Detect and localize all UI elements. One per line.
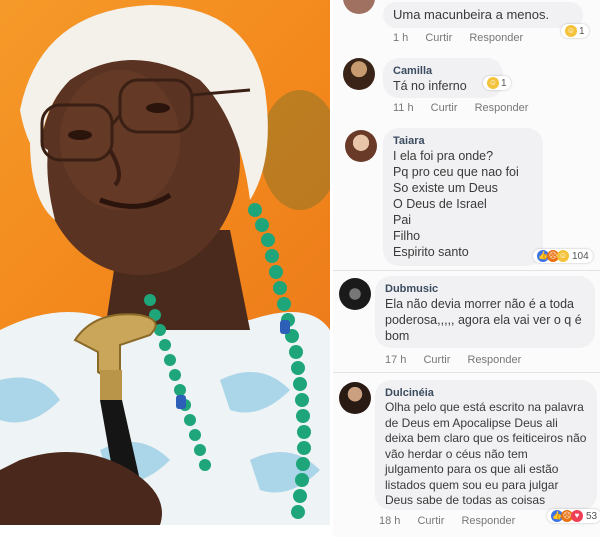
divider xyxy=(333,270,600,271)
like-link[interactable]: Curtir xyxy=(425,32,452,44)
photo xyxy=(0,0,330,525)
comment-author[interactable]: Taiara xyxy=(393,134,533,148)
reaction-summary[interactable]: 👍 ☹ ♥ 53 xyxy=(547,509,600,523)
comment-time: 18 h xyxy=(379,515,401,527)
like-link[interactable]: Curtir xyxy=(417,515,444,527)
comment-bubble: Uma macunbeira a menos. xyxy=(383,2,583,28)
reply-link[interactable]: Responder xyxy=(467,354,521,366)
comment-text: Uma macunbeira a menos. xyxy=(393,7,550,22)
comment-meta: 18 h Curtir Responder xyxy=(379,515,529,527)
reaction-count: 53 xyxy=(586,510,598,522)
avatar[interactable] xyxy=(339,278,371,310)
haha-icon: ☺ xyxy=(487,77,499,89)
like-link[interactable]: Curtir xyxy=(423,354,450,366)
comment-text: Olha pelo que está escrito na palavra de… xyxy=(385,400,587,507)
avatar[interactable] xyxy=(343,58,375,90)
haha-icon: ☺ xyxy=(557,250,569,262)
comment-bubble: Dubmusic Ela não devia morrer não é a to… xyxy=(375,276,595,348)
reaction-summary[interactable]: 👍 ☹ ☺ 104 xyxy=(533,249,593,263)
divider xyxy=(333,372,600,373)
portrait-image xyxy=(0,5,330,525)
reply-link[interactable]: Responder xyxy=(469,32,523,44)
comment-bubble: Dulcinéia Olha pelo que está escrito na … xyxy=(375,380,597,510)
love-icon: ♥ xyxy=(571,510,583,522)
avatar[interactable] xyxy=(345,130,377,162)
avatar[interactable] xyxy=(339,382,371,414)
reaction-count: 1 xyxy=(579,25,585,37)
comment-text: Ela não devia morrer não é a toda podero… xyxy=(385,297,582,343)
comment-meta: 17 h Curtir Responder xyxy=(385,354,535,366)
comment-text: Tá no inferno xyxy=(393,79,467,93)
comment-author[interactable]: Dubmusic xyxy=(385,282,585,296)
comment-time: 11 h xyxy=(393,102,414,114)
comment-time: 1 h xyxy=(393,32,409,44)
reaction-count: 1 xyxy=(501,77,507,89)
reaction-summary[interactable]: ☺ 1 xyxy=(561,24,589,38)
reply-link[interactable]: Responder xyxy=(461,515,515,527)
avatar[interactable] xyxy=(343,0,375,14)
comment-meta: 11 h Curtir Responder xyxy=(393,102,542,114)
comment-author[interactable]: Dulcinéia xyxy=(385,386,587,400)
reply-link[interactable]: Responder xyxy=(475,102,529,114)
haha-icon: ☺ xyxy=(565,25,577,37)
comment-meta: 1 h Curtir Responder xyxy=(393,32,537,44)
comment-time: 17 h xyxy=(385,354,407,366)
reaction-count: 104 xyxy=(572,250,589,262)
comments-panel: Uma macunbeira a menos. 1 h Curtir Respo… xyxy=(333,0,600,537)
comment-text: I ela foi pra onde? Pq pro ceu que nao f… xyxy=(393,149,519,259)
reaction-summary[interactable]: ☺ 1 xyxy=(483,76,511,90)
like-link[interactable]: Curtir xyxy=(431,102,458,114)
comment-author[interactable]: Camilla xyxy=(393,64,493,78)
comment-bubble: Taiara I ela foi pra onde? Pq pro ceu qu… xyxy=(383,128,543,266)
